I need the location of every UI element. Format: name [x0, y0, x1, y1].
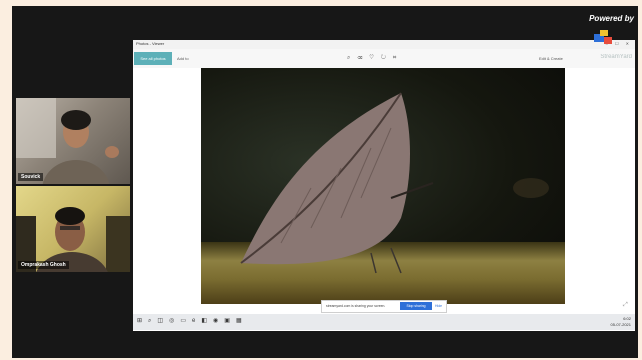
favorite-icon[interactable]: ♡ [369, 55, 381, 61]
toolbar-icons[interactable]: ⌕⌫♡↻⌗ [347, 55, 403, 62]
app-icon[interactable]: ▦ [236, 318, 248, 324]
leaf-butterfly-illustration [240, 92, 549, 274]
start-icon[interactable]: ⊞ [137, 318, 148, 324]
taskbar-icons[interactable]: ⊞⌕◫◎▭e◧◉▣▦ [137, 317, 248, 325]
participant-tile-omprakash: Omprakash Ghosh [16, 186, 130, 272]
delete-icon[interactable]: ⌫ [357, 55, 369, 61]
task-view-icon[interactable]: ◫ [157, 318, 169, 324]
browser-icon[interactable]: ◎ [169, 318, 180, 324]
zoom-icon[interactable]: ⌕ [347, 55, 357, 61]
participant-tile-souvick: Souvick [16, 98, 130, 184]
taskbar-date: 05-07-2021 [610, 322, 631, 327]
participant-name: Souvick [18, 173, 44, 181]
shared-photo-leaf-butterfly [201, 68, 565, 304]
participant-name: Omprakash Ghosh [18, 261, 69, 269]
see-all-photos-button[interactable]: See all photos [134, 52, 172, 65]
hide-banner-button[interactable]: Hide [435, 304, 442, 308]
viewer-toolbar: See all photos Add to ⌕⌫♡↻⌗ Edit & Creat… [133, 49, 635, 68]
edit-create-button[interactable]: Edit & Create [539, 56, 563, 61]
branding: Powered by StreamYard [564, 14, 634, 66]
screen-share-message: streamyard.com is sharing your screen. [326, 304, 386, 308]
taskbar-time: 6:02 [623, 316, 631, 321]
expand-icon[interactable]: ⤢ [623, 302, 628, 309]
chrome-icon[interactable]: ◉ [213, 318, 224, 324]
window-title: Photos - Viewer [136, 41, 165, 46]
edge-icon[interactable]: e [192, 318, 201, 324]
add-to-button[interactable]: Add to [177, 56, 189, 61]
folder-icon[interactable]: ▭ [180, 318, 192, 324]
windows-taskbar: ⊞⌕◫◎▭e◧◉▣▦ 6:02 05-07-2021 [133, 314, 635, 330]
crop-icon[interactable]: ⌗ [393, 55, 403, 61]
search-icon[interactable]: ⌕ [148, 318, 157, 324]
brand-name: StreamYard [600, 54, 632, 60]
window-titlebar: Photos - Viewer – ☐ ✕ [133, 40, 635, 49]
rotate-icon[interactable]: ↻ [381, 55, 393, 61]
screen-share-banner: streamyard.com is sharing your screen. S… [321, 300, 447, 313]
participant-video-omprakash [16, 207, 130, 272]
powered-by-label: Powered by [589, 14, 634, 23]
photos-icon[interactable]: ▣ [224, 318, 236, 324]
stop-sharing-button[interactable]: Stop sharing [400, 302, 432, 310]
participant-video-souvick [16, 98, 119, 184]
streamyard-logo-icon [594, 30, 612, 44]
system-tray[interactable]: 6:02 05-07-2021 [611, 316, 631, 328]
store-icon[interactable]: ◧ [201, 318, 213, 324]
